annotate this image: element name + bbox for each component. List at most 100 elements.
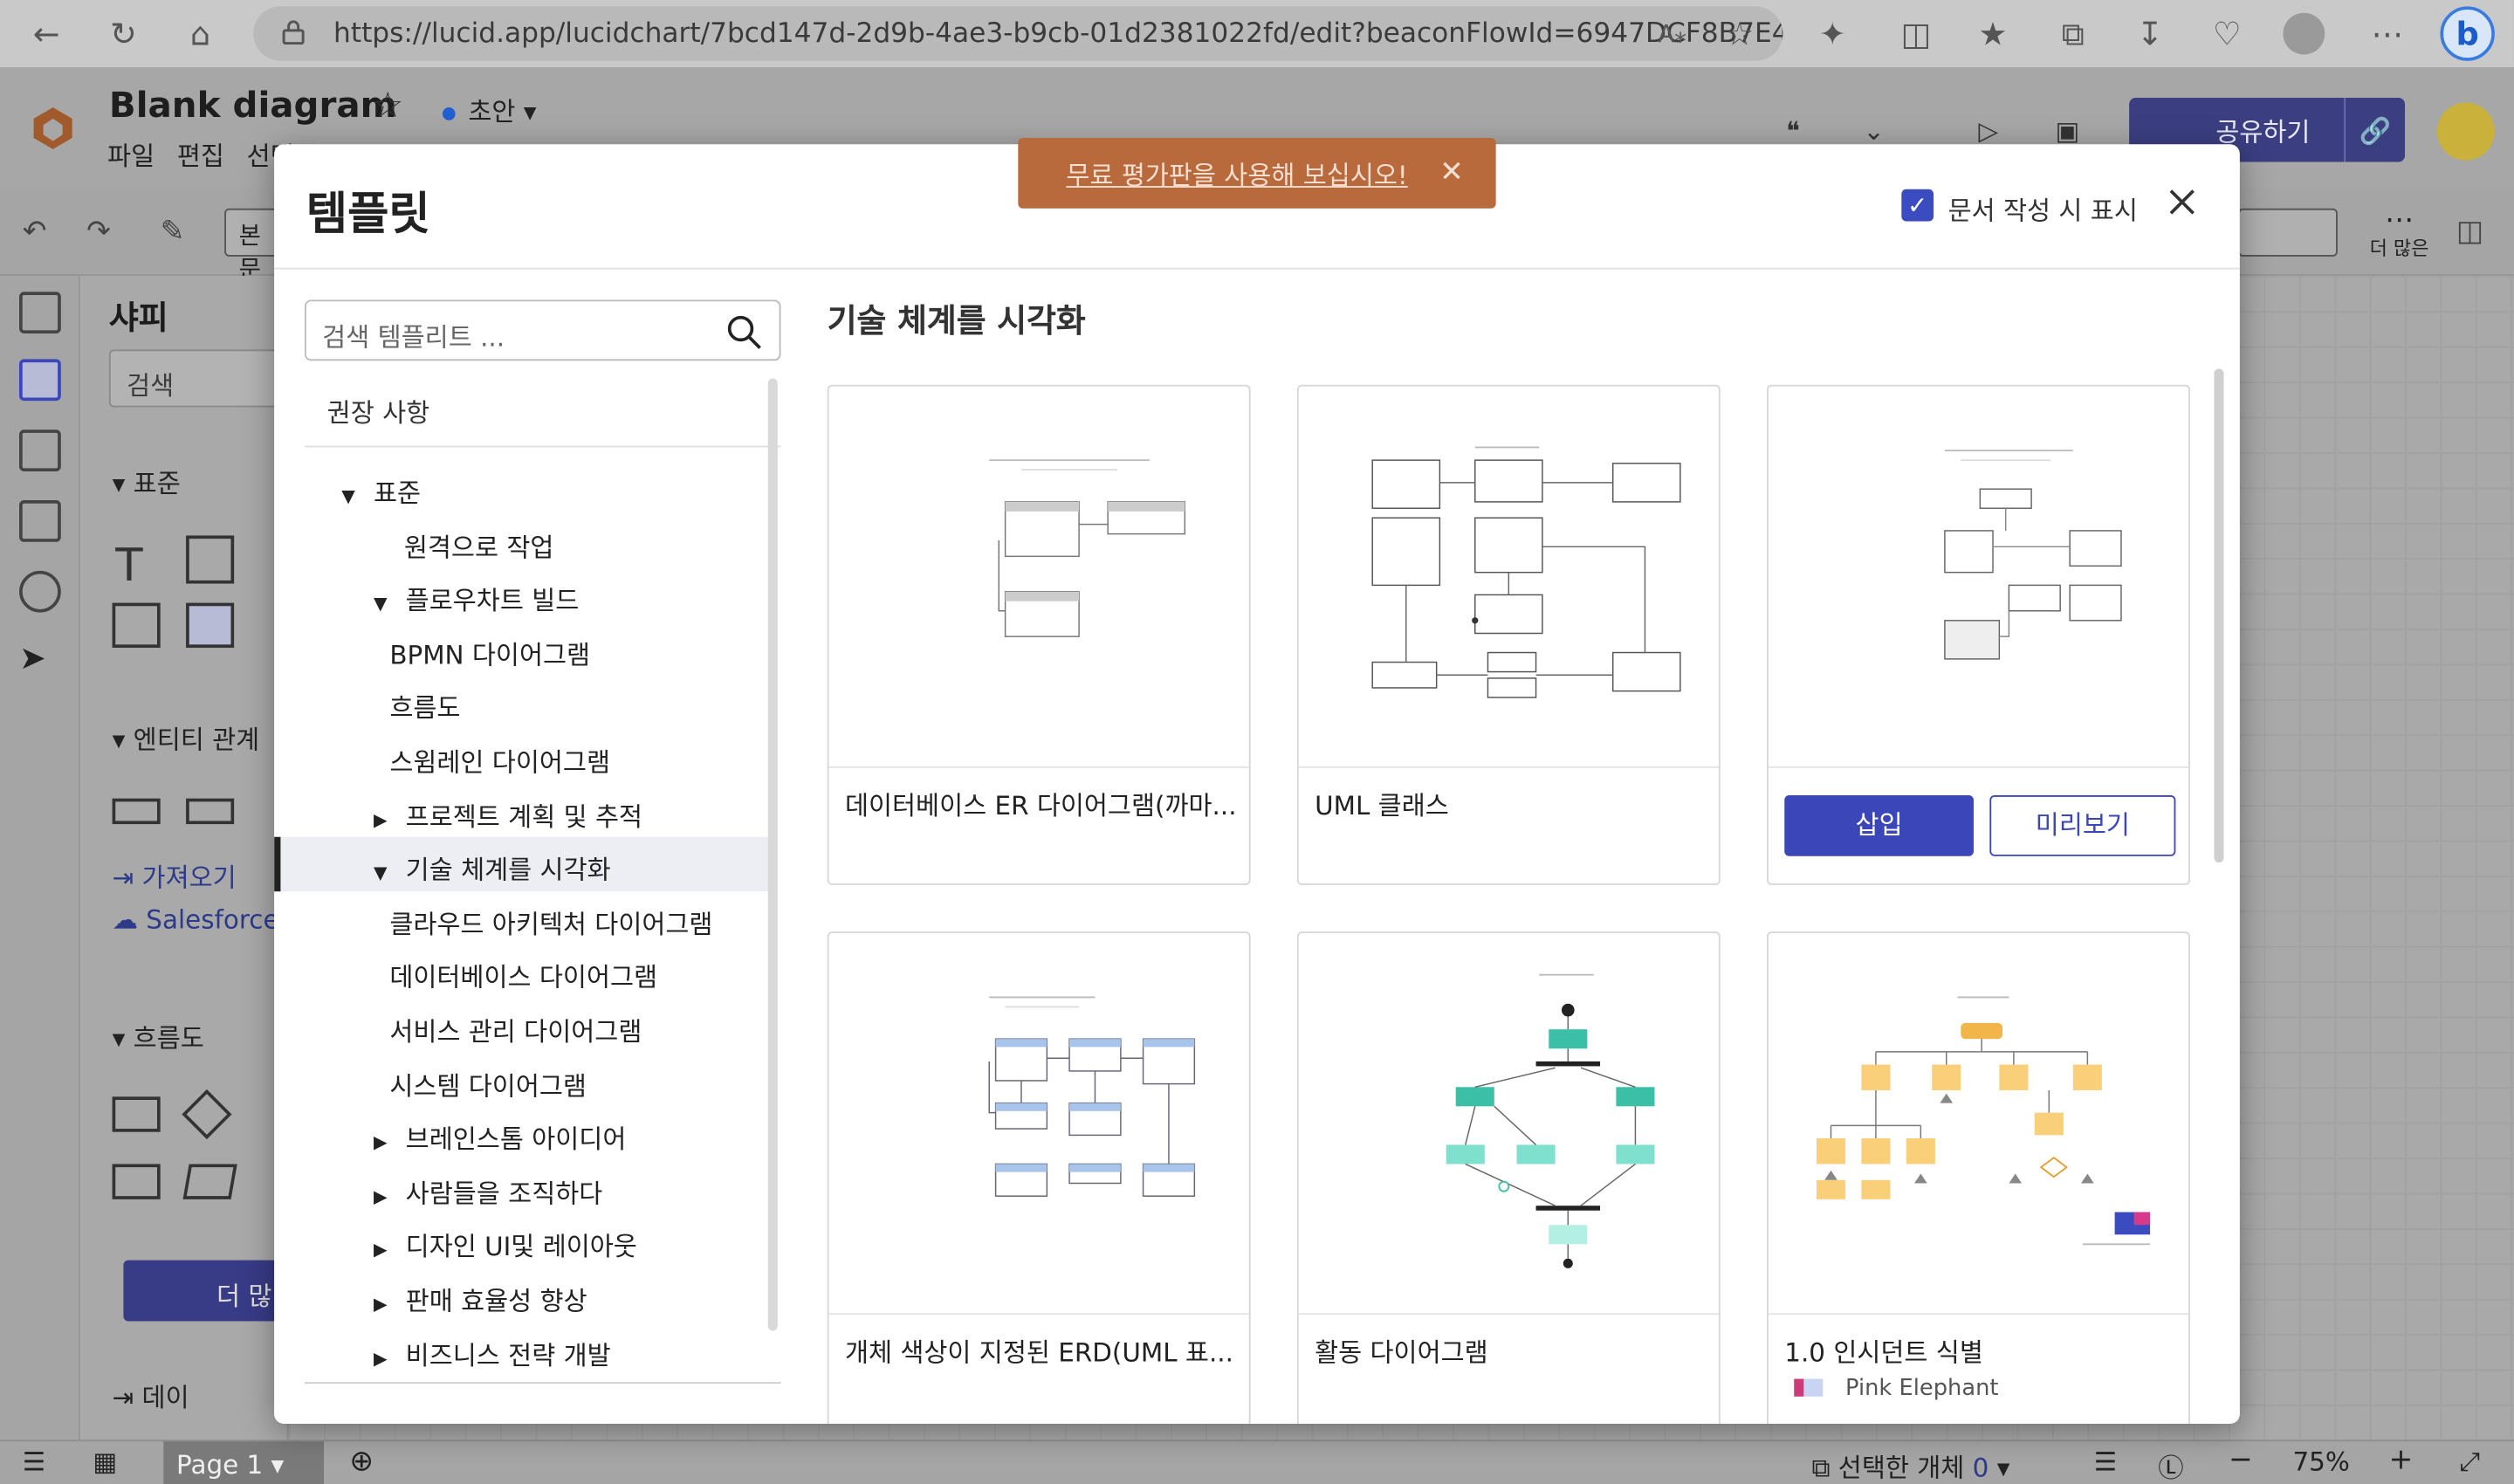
data-shape[interactable] bbox=[182, 1164, 237, 1199]
pages-icon[interactable] bbox=[19, 292, 61, 334]
tree-item[interactable]: 원격으로 작업 bbox=[404, 526, 554, 564]
rectangle-shape[interactable] bbox=[186, 535, 235, 584]
show-on-create-checkbox[interactable]: ✓ bbox=[1901, 189, 1934, 222]
read-aloud-icon[interactable]: A⁎ bbox=[1652, 13, 1693, 55]
video-icon[interactable]: ▣ bbox=[2056, 115, 2098, 148]
back-icon[interactable]: ← bbox=[25, 13, 67, 55]
import-link[interactable]: ⇥ 가져오기 bbox=[113, 856, 237, 895]
template-card[interactable]: 개체 색상이 지정된 ERD(UML 표... bbox=[827, 931, 1251, 1424]
comments-icon[interactable]: ❝ bbox=[1786, 115, 1828, 148]
image-icon[interactable] bbox=[19, 500, 61, 542]
caret-right-icon[interactable]: ▶ bbox=[374, 1240, 396, 1261]
template-card[interactable]: 삽입 미리보기 bbox=[1767, 384, 2190, 885]
list-icon[interactable]: ☰ bbox=[23, 1446, 45, 1477]
accessibility-icon[interactable]: Ⓛ bbox=[2158, 1446, 2183, 1484]
favorite-star-icon[interactable]: ☆ bbox=[1719, 13, 1761, 55]
entity-table-shape[interactable] bbox=[186, 798, 235, 825]
line-end-select[interactable] bbox=[2238, 208, 2338, 257]
favorites-icon[interactable]: ★ bbox=[1972, 13, 2014, 55]
chevron-down-icon[interactable]: ⌄ bbox=[1863, 115, 1905, 148]
zoom-out-icon[interactable]: − bbox=[2229, 1443, 2253, 1477]
section-flowchart[interactable]: ▾ 흐름도 bbox=[113, 1016, 204, 1055]
entity-shape[interactable] bbox=[112, 798, 161, 825]
tree-item[interactable]: 데이터베이스 다이어그램 bbox=[389, 956, 657, 994]
grid-icon[interactable]: ▦ bbox=[93, 1446, 118, 1477]
star-icon[interactable]: ☆ bbox=[372, 86, 403, 127]
tree-item[interactable]: ▶ 프로젝트 계획 및 추적 bbox=[374, 794, 642, 833]
insert-button[interactable]: 삽입 bbox=[1784, 795, 1974, 856]
split-screen-icon[interactable]: ◫ bbox=[1895, 13, 1937, 55]
menu-file[interactable]: 파일 bbox=[107, 134, 155, 173]
tree-item[interactable]: BPMN 다이어그램 bbox=[389, 633, 590, 671]
format-painter-icon[interactable]: ✎ bbox=[161, 215, 185, 249]
tree-item[interactable]: ▼ 기술 체계를 시각화 bbox=[374, 848, 611, 887]
performance-icon[interactable]: ♡ bbox=[2206, 13, 2248, 55]
template-card[interactable]: 1.0 인시던트 식별 Pink Elephant bbox=[1767, 931, 2190, 1424]
caret-right-icon[interactable]: ▶ bbox=[374, 1132, 396, 1153]
zoom-level[interactable]: 75% bbox=[2292, 1446, 2349, 1477]
video-shape[interactable] bbox=[186, 602, 235, 649]
document-title[interactable]: Blank diagram bbox=[109, 86, 397, 127]
template-card[interactable]: UML 클래스 bbox=[1296, 384, 1721, 885]
tree-item[interactable]: ▶ 브레인스톰 아이디어 bbox=[374, 1118, 626, 1157]
redo-icon[interactable]: ↷ bbox=[86, 215, 111, 249]
tree-item[interactable]: ▶ 디자인 UI및 레이아웃 bbox=[374, 1226, 637, 1264]
present-icon[interactable]: ▷ bbox=[1978, 115, 2020, 148]
template-card[interactable]: 데이터베이스 ER 다이어그램(까마... bbox=[827, 384, 1251, 885]
caret-right-icon[interactable]: ▶ bbox=[374, 1294, 396, 1315]
search-icon[interactable] bbox=[725, 313, 763, 351]
caret-right-icon[interactable]: ▶ bbox=[374, 809, 396, 830]
template-search-input[interactable]: 검색 템플리트 ... bbox=[304, 299, 781, 361]
trial-banner[interactable]: 무료 평가판을 사용해 보십시오! ✕ bbox=[1018, 137, 1496, 209]
process-shape[interactable] bbox=[112, 1096, 161, 1132]
tree-item[interactable]: 클라우드 아키텍처 다이어그램 bbox=[389, 903, 712, 941]
zoom-in-icon[interactable]: + bbox=[2389, 1443, 2414, 1477]
decision-shape[interactable] bbox=[182, 1089, 232, 1140]
layers-icon[interactable]: ☰ bbox=[2094, 1446, 2117, 1477]
list-shape[interactable] bbox=[112, 602, 161, 649]
caret-down-icon[interactable]: ▼ bbox=[341, 486, 364, 507]
tree-item[interactable]: 시스템 다이어그램 bbox=[389, 1064, 587, 1103]
reload-icon[interactable]: ↻ bbox=[103, 13, 145, 55]
tree-item[interactable]: ▶ 비즈니스 전략 개발 bbox=[374, 1333, 611, 1371]
salesforce-link[interactable]: ☁ Salesforce bbox=[113, 904, 279, 935]
data-icon[interactable] bbox=[19, 570, 61, 613]
downloads-icon[interactable]: ↧ bbox=[2129, 13, 2171, 55]
template-card[interactable]: 활동 다이어그램 bbox=[1296, 931, 1721, 1424]
page-tab[interactable]: Page 1 ▾ bbox=[163, 1441, 325, 1484]
collections-icon[interactable]: ⧉ bbox=[2052, 13, 2094, 55]
panel-toggle-icon[interactable]: ◫ bbox=[2456, 215, 2483, 249]
browser-profile-avatar[interactable] bbox=[2283, 12, 2325, 55]
tree-item[interactable]: ▶ 판매 효율성 향상 bbox=[374, 1280, 587, 1318]
fullscreen-icon[interactable]: ⤢ bbox=[2459, 1446, 2480, 1479]
more-button[interactable]: ⋯ 더 많은 bbox=[2370, 206, 2429, 262]
trial-banner-text[interactable]: 무료 평가판을 사용해 보십시오! bbox=[1066, 154, 1407, 192]
document-shape[interactable] bbox=[112, 1164, 161, 1199]
section-standard[interactable]: ▾ 표준 bbox=[113, 462, 181, 500]
tree-item[interactable]: 서비스 관리 다이어그램 bbox=[389, 1010, 642, 1048]
text-shape[interactable]: T bbox=[115, 539, 142, 592]
tree-item[interactable]: 흐름도 bbox=[389, 687, 460, 725]
data-link[interactable]: ⇥ 데이 bbox=[113, 1376, 189, 1414]
link-icon[interactable]: 🔗 bbox=[2344, 98, 2405, 162]
selected-objects[interactable]: ⧉ 선택한 개체 0 ▾ bbox=[1811, 1446, 2009, 1484]
caret-down-icon[interactable]: ▼ bbox=[374, 594, 396, 615]
browser-menu-icon[interactable]: ⋯ bbox=[2366, 13, 2408, 55]
tree-scrollbar[interactable] bbox=[767, 378, 778, 1331]
menu-edit[interactable]: 편집 bbox=[177, 134, 224, 173]
caret-right-icon[interactable]: ▶ bbox=[374, 1186, 396, 1207]
tree-item[interactable]: 스윔레인 다이어그램 bbox=[389, 741, 610, 780]
tree-item[interactable]: ▼ 플로우차트 빌드 bbox=[374, 579, 579, 617]
add-page-icon[interactable]: ⊕ bbox=[349, 1445, 374, 1479]
frame-icon[interactable] bbox=[19, 429, 61, 471]
user-avatar[interactable] bbox=[2436, 102, 2495, 161]
home-icon[interactable]: ⌂ bbox=[180, 13, 222, 55]
section-entity-relation[interactable]: ▾ 엔티티 관계 bbox=[113, 718, 260, 757]
close-icon[interactable] bbox=[2163, 182, 2201, 221]
close-icon[interactable]: ✕ bbox=[1439, 155, 1464, 189]
show-on-create-label[interactable]: 문서 작성 시 표시 bbox=[1948, 189, 2138, 228]
recommended-item[interactable]: 권장 사항 bbox=[327, 391, 429, 429]
bing-icon[interactable]: b bbox=[2440, 6, 2495, 61]
templates-scrollbar[interactable] bbox=[2214, 368, 2224, 863]
address-bar[interactable]: https://lucid.app/lucidchart/7bcd147d-2d… bbox=[253, 6, 1783, 61]
